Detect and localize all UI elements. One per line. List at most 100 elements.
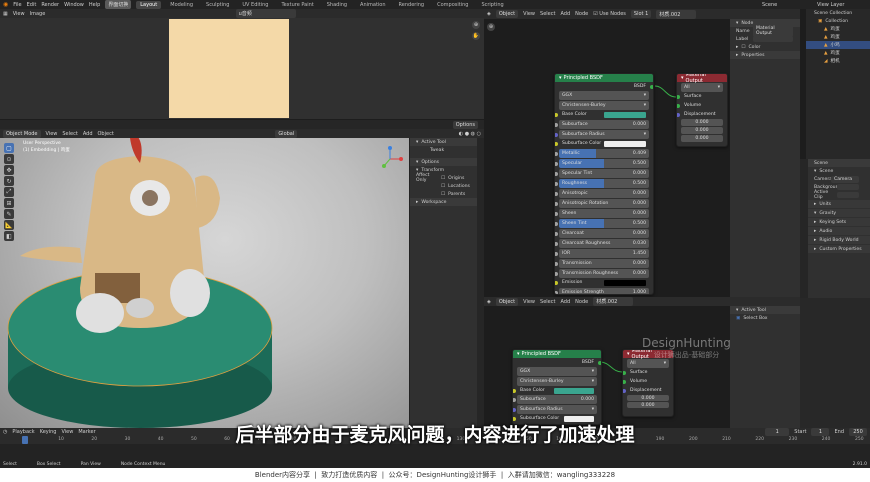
outliner-item[interactable]: ▲ 鸡蛋 xyxy=(806,33,870,41)
bsdf-input-row[interactable]: Transmission 0.000 xyxy=(555,259,649,268)
lower-menu-select[interactable]: Select xyxy=(540,299,555,305)
input-socket-icon[interactable] xyxy=(555,151,558,156)
lower-material-field[interactable]: 材质.002 xyxy=(593,297,634,306)
lower-sss-dropdown[interactable]: Christensen-Burley ▾ xyxy=(517,377,597,386)
node-menu-select[interactable]: Select xyxy=(540,11,555,17)
camera-field[interactable]: Camera xyxy=(831,175,859,183)
tweak-tool[interactable]: Tweak xyxy=(410,146,477,154)
image-menu-view[interactable]: View xyxy=(13,11,25,17)
outliner-scene-collection[interactable]: Scene Collection xyxy=(806,9,870,17)
node-color-section[interactable]: ▸ ☐ Color xyxy=(730,43,800,51)
properties-section[interactable]: ▸ Custom Properties xyxy=(808,245,870,253)
bsdf-input-row[interactable]: Transmission Roughness 0.000 xyxy=(555,269,649,278)
properties-section[interactable]: ▸ Keying Sets xyxy=(808,218,870,226)
lower-base-color[interactable]: Base Color xyxy=(513,386,597,395)
slot-dropdown[interactable]: Slot 1 xyxy=(630,10,652,18)
lower-menu-view[interactable]: View xyxy=(523,299,535,305)
bsdf-input-row[interactable]: Subsurface Radius ▾ xyxy=(555,130,649,139)
lower-disp-y[interactable]: 0.000 xyxy=(627,402,669,408)
menu-window[interactable]: Window xyxy=(64,2,84,8)
bsdf-input-row[interactable]: Emission xyxy=(555,278,649,287)
output-target-dropdown[interactable]: All ▾ xyxy=(681,83,723,92)
move-tool-icon[interactable]: ✥ xyxy=(4,165,14,175)
transform-tool-icon[interactable]: ⊞ xyxy=(4,198,14,208)
select-box-tool-icon[interactable]: ▢ xyxy=(4,143,14,153)
displacement-x[interactable]: 0.000 xyxy=(681,119,723,126)
input-socket-icon[interactable] xyxy=(555,241,558,246)
bsdf-input-row[interactable]: Sheen 0.000 xyxy=(555,209,649,218)
bsdf-input-row[interactable]: Specular Tint 0.000 xyxy=(555,169,649,178)
input-socket-icon[interactable] xyxy=(555,132,558,137)
lower-shader-dropdown[interactable]: Object xyxy=(495,297,519,306)
options-dropdown[interactable]: Options xyxy=(452,121,478,129)
input-socket-icon[interactable] xyxy=(555,280,558,285)
viewport-menu-view[interactable]: View xyxy=(46,131,58,137)
viewport-sidebar-tabs[interactable] xyxy=(477,138,484,428)
shading-icons[interactable]: ◐ ● ◍ ○ xyxy=(459,131,481,137)
image-editor-canvas[interactable]: ⊕ ✋ xyxy=(0,18,484,119)
input-socket-icon[interactable] xyxy=(555,211,558,216)
displacement-y[interactable]: 0.000 xyxy=(681,127,723,134)
outliner-item[interactable]: ◢ 相机 xyxy=(806,57,870,65)
color-swatch[interactable] xyxy=(604,279,646,286)
bsdf-input-row[interactable]: Specular 0.500 xyxy=(555,159,649,168)
bsdf-input-row[interactable]: IOR 1.450 xyxy=(555,249,649,258)
add-cube-tool-icon[interactable]: ◧ xyxy=(4,231,14,241)
measure-tool-icon[interactable]: 📐 xyxy=(4,220,14,230)
lower-subsurface-radius[interactable]: Subsurface Radius ▾ xyxy=(513,405,597,414)
input-socket-icon[interactable] xyxy=(555,181,558,186)
tab-sculpting[interactable]: Sculpting xyxy=(202,1,233,9)
input-socket-icon[interactable] xyxy=(555,271,558,276)
select-box-tool[interactable]: ▣ Select Box xyxy=(730,314,800,322)
viewport-menu-select[interactable]: Select xyxy=(62,131,77,137)
pan-icon[interactable]: ✋ xyxy=(472,32,480,40)
subsurface-method-dropdown[interactable]: Christensen-Burley ▾ xyxy=(559,101,649,110)
node-menu-add[interactable]: Add xyxy=(560,11,570,17)
input-socket-icon[interactable] xyxy=(555,221,558,226)
image-name-field[interactable]: u音频 xyxy=(235,9,296,18)
workspace-section[interactable]: ▸ Workspace xyxy=(410,198,477,206)
outliner-item[interactable]: ▲ 鸡蛋 xyxy=(806,49,870,57)
lower-node-canvas[interactable]: ▾ Principled BSDF BSDF GGX ▾ Christensen-B… xyxy=(484,306,730,428)
ui-switch-button[interactable]: 界面切换 xyxy=(105,0,132,9)
scale-tool-icon[interactable]: ⤢ xyxy=(4,187,14,197)
material-output-node[interactable]: ▾ Material Output All ▾ Surface Volume Dis… xyxy=(676,73,728,147)
lower-target-dropdown[interactable]: All ▾ xyxy=(627,359,669,368)
menu-edit[interactable]: Edit xyxy=(27,2,37,8)
bsdf-input-row[interactable]: Anisotropic 0.000 xyxy=(555,189,649,198)
node-label-field[interactable] xyxy=(753,36,793,42)
blender-logo-icon[interactable]: ◉ xyxy=(3,1,8,8)
scene-section[interactable]: ▾ Scene xyxy=(808,167,870,175)
properties-section[interactable]: ▸ Rigid Body World xyxy=(808,236,870,244)
lower-disp-x[interactable]: 0.000 xyxy=(627,395,669,401)
editor-type-icon[interactable]: ◈ xyxy=(487,299,491,305)
tab-animation[interactable]: Animation xyxy=(356,1,390,9)
input-socket-icon[interactable] xyxy=(555,141,558,146)
view-layer-selector[interactable]: View Layer xyxy=(817,2,867,8)
object-mode-dropdown[interactable]: Object Mode xyxy=(3,129,41,138)
editor-type-icon[interactable]: ▦ xyxy=(3,11,8,17)
bsdf-node-header[interactable]: ▾ Principled BSDF xyxy=(555,74,653,82)
lower-active-tool-section[interactable]: ▾ Active Tool xyxy=(730,306,800,314)
bsdf-input-row[interactable]: Sheen Tint 0.500 xyxy=(555,219,649,228)
active-tool-section[interactable]: ▾ Active Tool xyxy=(410,138,477,146)
shader-type-dropdown[interactable]: Object xyxy=(495,10,519,18)
input-socket-icon[interactable] xyxy=(555,261,558,266)
properties-scene-name[interactable]: Scene xyxy=(808,159,870,167)
distribution-dropdown[interactable]: GGX ▾ xyxy=(559,91,649,100)
input-socket-icon[interactable] xyxy=(555,231,558,236)
node-menu-view[interactable]: View xyxy=(523,11,535,17)
annotate-tool-icon[interactable]: ✎ xyxy=(4,209,14,219)
bsdf-input-row[interactable]: Clearcoat 0.000 xyxy=(555,229,649,238)
bsdf-input-row[interactable]: Emission Strength 1.000 xyxy=(555,288,649,294)
lower-bsdf-header[interactable]: ▾ Principled BSDF xyxy=(513,350,601,358)
tab-layout[interactable]: Layout xyxy=(136,0,162,9)
editor-type-icon[interactable]: ◈ xyxy=(487,11,491,17)
input-socket-icon[interactable] xyxy=(555,122,558,127)
lower-bsdf-node[interactable]: ▾ Principled BSDF BSDF GGX ▾ Christensen-B… xyxy=(512,349,602,425)
outliner-item[interactable]: ▣ Collection xyxy=(806,17,870,25)
bsdf-input-row[interactable]: Subsurface 0.000 xyxy=(555,120,649,129)
input-socket-icon[interactable] xyxy=(555,171,558,176)
global-orientation-dropdown[interactable]: Global xyxy=(275,129,298,138)
affect-only-locations[interactable]: ☐ Locations xyxy=(410,182,477,190)
